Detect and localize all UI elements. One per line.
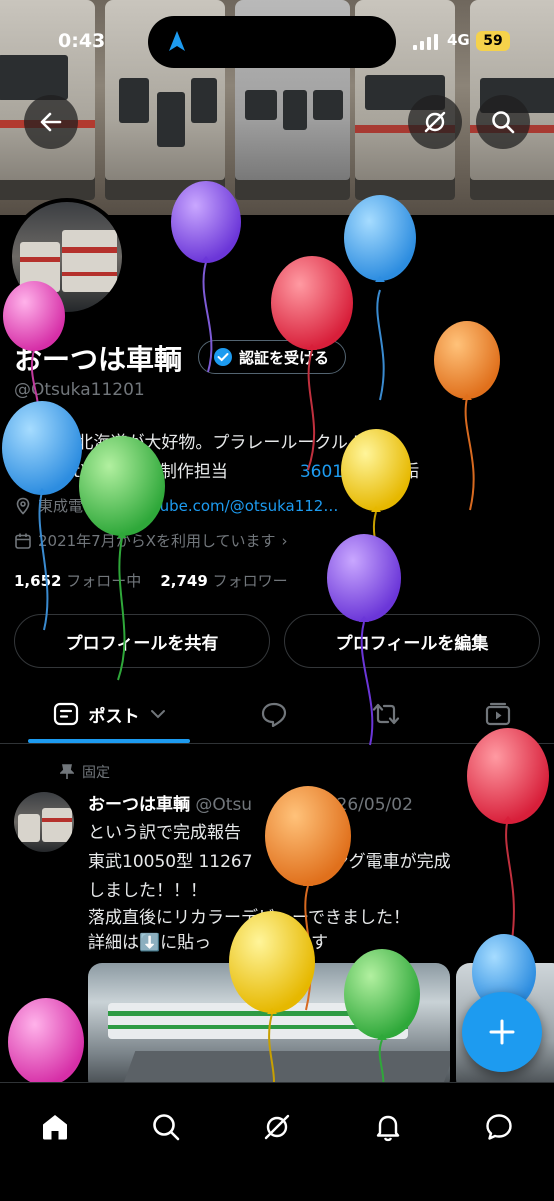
grok-button[interactable] — [408, 95, 462, 149]
following-label: フォロー中 — [66, 572, 142, 590]
nav-messages[interactable] — [471, 1099, 527, 1155]
tab-posts-label: ポスト — [88, 706, 140, 727]
tweet-text-line: しました！！！ — [88, 881, 207, 901]
edit-profile-button[interactable]: プロフィールを編集 — [284, 614, 540, 668]
nav-home[interactable] — [27, 1099, 83, 1155]
battery-indicator: 59 — [476, 31, 510, 51]
nav-notifications[interactable] — [360, 1099, 416, 1155]
tweet-text-tail: ッピング電車が完成 — [297, 852, 451, 872]
pin-icon — [60, 764, 74, 779]
home-icon — [43, 1115, 67, 1140]
tab-active-indicator — [28, 739, 190, 743]
location-pin-icon — [16, 497, 30, 515]
nav-grok[interactable] — [249, 1099, 305, 1155]
joined-text: 2021年7月からXを利用しています — [38, 532, 276, 550]
reply-icon — [261, 702, 287, 727]
followers-label: フォロワー — [212, 572, 288, 590]
balloon — [8, 998, 84, 1086]
tweet-text-line: 落成直後にリカラーデビューできました！ — [88, 908, 410, 928]
balloon — [434, 321, 500, 511]
tab-replies[interactable] — [246, 685, 302, 743]
get-verified-button[interactable]: 認証を受ける — [198, 340, 347, 374]
tweet-text-tail: す — [311, 933, 329, 953]
tweet-date: 2026/05/02 — [314, 795, 413, 815]
verified-badge-icon — [214, 348, 232, 366]
joined-row: 2021年7月からXを利用しています › — [14, 530, 288, 551]
tweet-handle: @Otsu — [195, 795, 253, 815]
tweet-avatar[interactable] — [14, 792, 74, 852]
search-button[interactable] — [476, 95, 530, 149]
bio-text-tail: ークル PGU — [297, 433, 390, 453]
followers-link[interactable]: 2,749 フォロワー — [160, 572, 287, 590]
tweet-text: 東武10050型 11267 — [88, 852, 253, 872]
bio-text: 生 北海道が大好物。プラレール — [54, 433, 298, 453]
arrow-left-icon — [40, 112, 62, 132]
chevron-down-icon — [150, 710, 165, 719]
follow-stats: 1,652 フォロー中 2,749 フォロワー — [14, 570, 288, 591]
message-icon — [486, 1114, 512, 1140]
repost-icon — [372, 703, 400, 725]
tab-posts[interactable]: ポスト — [28, 685, 190, 743]
following-link[interactable]: 1,652 フォロー中 — [14, 572, 141, 590]
calendar-icon — [15, 533, 31, 549]
balloon — [344, 195, 416, 401]
tweet-text-line: 東武10050型 11267 ッピング電車が完成 — [88, 847, 451, 872]
get-verified-label: 認証を受ける — [239, 348, 330, 367]
bio-text: it) にて車両制作担当 — [68, 462, 228, 482]
tweet-author[interactable]: おーつは車輌 — [88, 795, 190, 815]
back-button[interactable] — [24, 95, 78, 149]
bio-mention-link[interactable]: a — [58, 462, 68, 482]
search-icon — [153, 1114, 180, 1141]
grok-icon — [424, 111, 446, 133]
balloon — [467, 728, 549, 941]
display-name: おーつは車輌 — [14, 343, 183, 376]
network-type: 4G — [447, 31, 470, 49]
bell-icon — [376, 1115, 400, 1142]
location-row: 東成電 outube.com/@otsuka112… — [14, 495, 338, 516]
tab-media[interactable] — [470, 685, 526, 743]
tweet-text-line: 詳細は⬇️に貼っ す — [88, 928, 328, 953]
plus-icon — [489, 1019, 515, 1045]
location-text: 東成電 — [38, 497, 84, 515]
tweet-text: 詳細は⬇️に貼っ — [88, 933, 212, 953]
profile-avatar[interactable] — [8, 198, 126, 316]
bio-line-2: ait) にて車両制作担当 3601 ← 写真垢 — [58, 457, 419, 482]
profile-handle: @Otsuka11201 — [14, 380, 145, 400]
post-icon — [53, 702, 78, 726]
pinned-label: 固定 — [82, 765, 110, 781]
chevron-right-icon[interactable]: › — [282, 532, 288, 550]
search-icon — [492, 111, 515, 134]
media-icon — [485, 702, 511, 726]
status-time: 0:43 — [58, 30, 106, 52]
signal-icon — [413, 34, 439, 54]
grok-icon — [264, 1114, 290, 1140]
followers-count: 2,749 — [160, 572, 208, 590]
tweet-header: おーつは車輌 @Otsu 2026/05/02 — [88, 790, 413, 815]
bio-mention-link-2[interactable]: 3601 — [300, 462, 343, 482]
tweet-media-image[interactable] — [88, 963, 450, 1093]
location-arrow-icon — [168, 30, 186, 56]
bio-text-tail: ← 写真垢 — [348, 462, 420, 482]
bio-line-1: 生 北海道が大好物。プラレールークル PGU — [54, 428, 389, 453]
balloon — [341, 429, 411, 591]
pinned-indicator: 固定 — [60, 762, 110, 782]
compose-post-button[interactable] — [462, 992, 542, 1072]
tab-reposts[interactable] — [358, 685, 414, 743]
profile-tabs: ポスト — [0, 685, 554, 744]
following-count: 1,652 — [14, 572, 62, 590]
bottom-navigation — [0, 1082, 554, 1201]
share-profile-button[interactable]: プロフィールを共有 — [14, 614, 270, 668]
tweet-text-line: という訳で完成報告 — [88, 823, 241, 843]
website-link[interactable]: outube.com/@otsuka112… — [135, 497, 338, 515]
nav-search[interactable] — [138, 1099, 194, 1155]
